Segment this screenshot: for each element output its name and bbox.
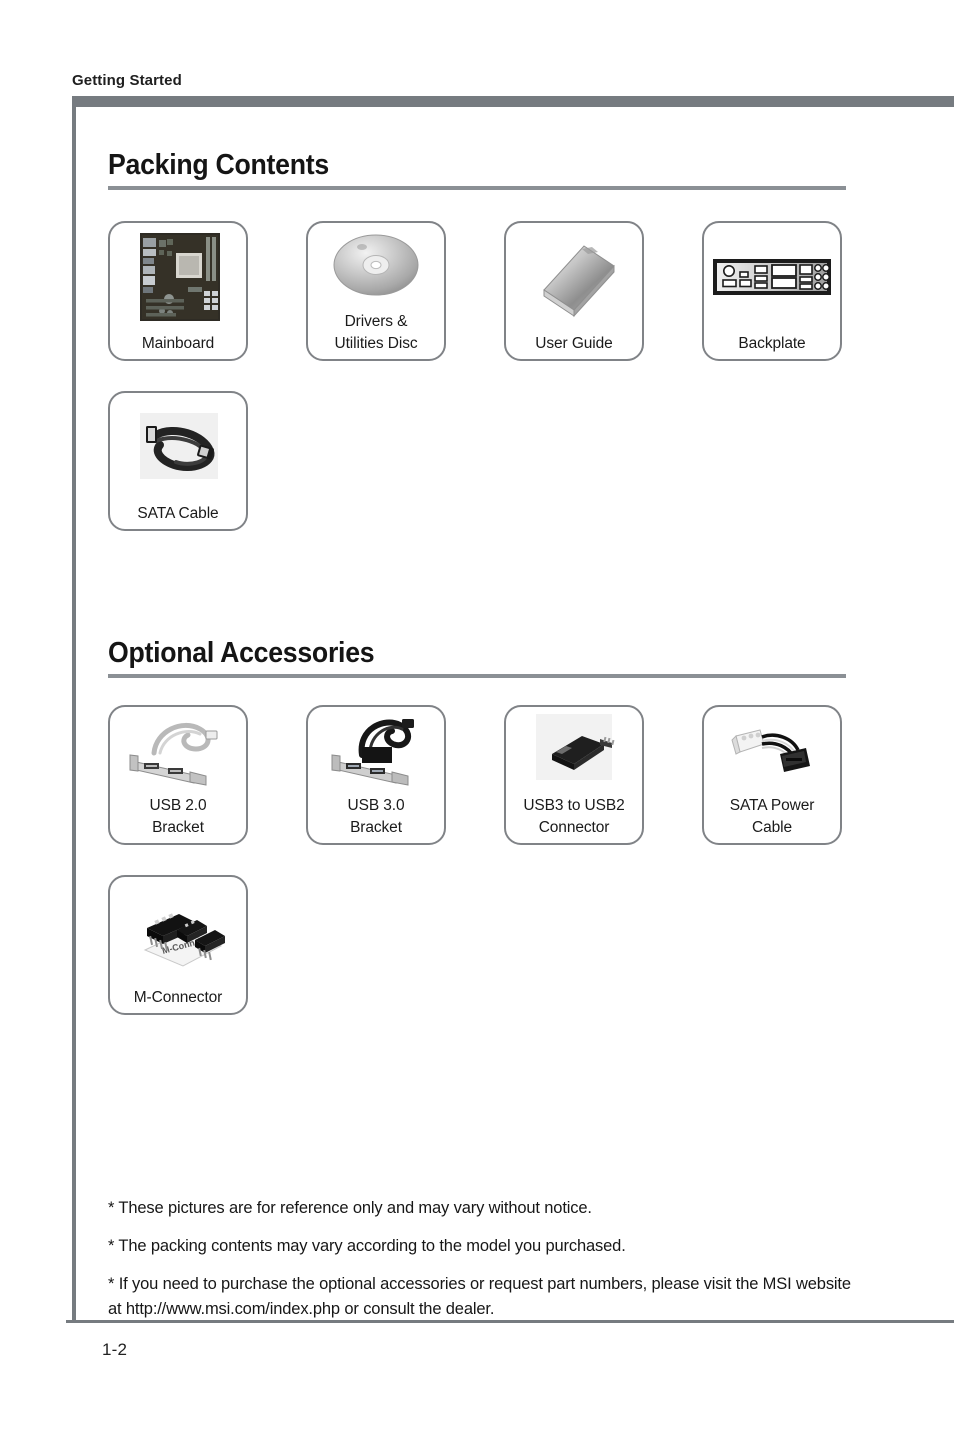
item-card-usb2-bracket[interactable]: USB 2.0 Bracket bbox=[108, 705, 248, 845]
footnote-3: * If you need to purchase the optional a… bbox=[108, 1275, 851, 1319]
item-card-usb3-to-usb2-connector[interactable]: USB3 to USB2 Connector bbox=[504, 705, 644, 845]
footnote-2: * The packing contents may vary accordin… bbox=[108, 1237, 626, 1256]
page-number: 1-2 bbox=[102, 1340, 128, 1359]
item-label: SATA Power Cable bbox=[729, 797, 815, 836]
item-label: USB3 to USB2 Connector bbox=[523, 797, 625, 836]
running-header: Getting Started bbox=[72, 72, 182, 89]
section-rule-optional-accessories bbox=[108, 674, 846, 679]
item-label: Mainboard bbox=[141, 335, 215, 352]
item-label: USB 3.0 Bracket bbox=[347, 797, 405, 836]
item-card-sata-cable[interactable]: SATA Cable bbox=[108, 391, 248, 531]
section-packing-contents: Packing Contents bbox=[108, 149, 846, 191]
packing-contents-row-2: SATA Cable bbox=[108, 391, 248, 531]
optical-disc-photo bbox=[308, 225, 444, 305]
item-card-backplate[interactable]: Backplate bbox=[702, 221, 842, 361]
mainboard-photo bbox=[110, 229, 246, 325]
page-frame-left-rule bbox=[72, 96, 76, 1320]
section-optional-accessories: Optional Accessories bbox=[108, 637, 846, 679]
item-label: USB 2.0 Bracket bbox=[149, 797, 207, 836]
item-card-sata-power-cable[interactable]: SATA Power Cable bbox=[702, 705, 842, 845]
sata-cable-photo bbox=[110, 399, 246, 495]
user-guide-photo bbox=[506, 229, 642, 325]
item-card-m-connector[interactable]: M-Connector M-Connector bbox=[108, 875, 248, 1015]
usb2-bracket-photo bbox=[110, 709, 246, 789]
sata-power-cable-photo bbox=[704, 709, 840, 789]
item-label: Backplate bbox=[738, 335, 806, 352]
item-label: Drivers & Utilities Disc bbox=[334, 313, 418, 352]
usb3-to-usb2-connector-photo bbox=[506, 709, 642, 789]
io-backplate-photo bbox=[704, 229, 840, 325]
item-card-drivers-utilities-disc[interactable]: Drivers & Utilities Disc bbox=[306, 221, 446, 361]
item-card-mainboard[interactable]: Mainboard bbox=[108, 221, 248, 361]
page-frame-top-bar bbox=[72, 96, 954, 107]
item-card-user-guide[interactable]: User Guide bbox=[504, 221, 644, 361]
section-rule-packing-contents bbox=[108, 186, 846, 191]
packing-contents-row-1: Mainboard Drivers & Utilities Disc User … bbox=[108, 221, 842, 361]
usb3-bracket-photo bbox=[308, 709, 444, 789]
section-title-packing-contents: Packing Contents bbox=[108, 149, 329, 181]
item-card-usb3-bracket[interactable]: USB 3.0 Bracket bbox=[306, 705, 446, 845]
item-label: M-Connector bbox=[133, 989, 223, 1006]
footnote-1: * These pictures are for reference only … bbox=[108, 1199, 592, 1217]
item-label: SATA Cable bbox=[137, 505, 219, 522]
item-label: User Guide bbox=[535, 335, 613, 352]
footnotes: * These pictures are for reference only … bbox=[108, 1196, 852, 1322]
section-title-optional-accessories: Optional Accessories bbox=[108, 637, 375, 669]
optional-accessories-row-1: USB 2.0 Bracket USB 3.0 Bracket USB3 to … bbox=[108, 705, 842, 845]
m-connector-photo: M-Connector bbox=[110, 883, 246, 979]
optional-accessories-row-2: M-Connector M-Connector bbox=[108, 875, 248, 1015]
